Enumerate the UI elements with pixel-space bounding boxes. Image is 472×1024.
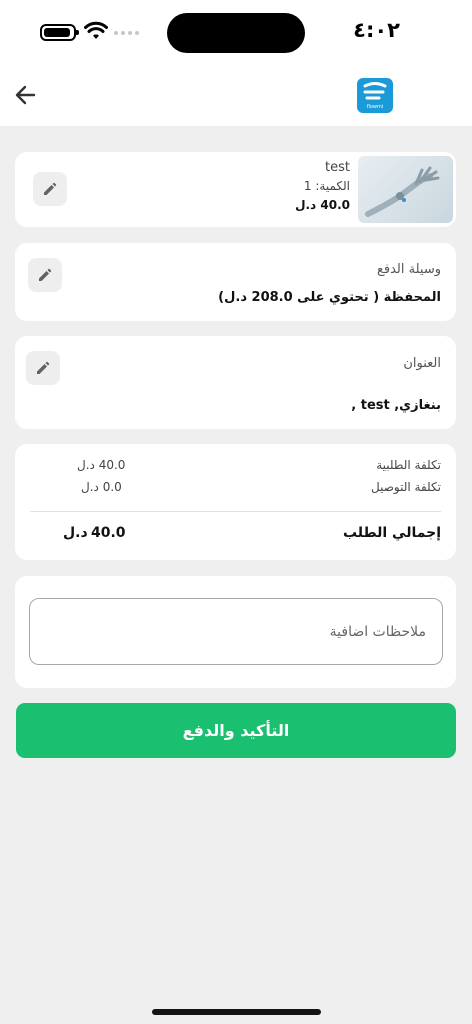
edit-payment-button[interactable] xyxy=(28,258,62,292)
product-quantity: الكمية: 1 xyxy=(303,179,350,193)
product-price: 40.0 د.ل xyxy=(295,198,350,212)
cellular-signal-icon xyxy=(114,31,139,35)
app-logo: flowmi xyxy=(357,78,393,113)
back-arrow-icon[interactable] xyxy=(12,81,40,109)
pencil-icon xyxy=(39,268,52,281)
summary-divider xyxy=(30,511,441,512)
app-bar: flowmi xyxy=(0,64,472,126)
robot-hand-image xyxy=(365,166,440,217)
address-value: بنغازي, test , xyxy=(351,398,441,413)
product-image xyxy=(358,156,453,223)
pencil-icon xyxy=(37,361,50,374)
edit-product-button[interactable] xyxy=(33,172,67,206)
battery-icon xyxy=(40,24,79,41)
dynamic-island xyxy=(167,13,305,53)
home-indicator xyxy=(152,1009,321,1015)
delivery-cost-label: تكلفة التوصيل xyxy=(371,480,441,494)
total-label: إجمالي الطلب xyxy=(342,525,441,541)
payment-method-card: وسيلة الدفع المحفظة ( تحتوي على 208.0 د.… xyxy=(15,243,456,321)
total-currency: د.ل xyxy=(63,525,88,541)
payment-method-value: المحفظة ( تحتوي على 208.0 د.ل) xyxy=(218,290,441,305)
total-amount: 40.0 xyxy=(91,525,126,541)
status-time: ٤:٠٢ xyxy=(353,18,400,42)
order-cost-value: 40.0 د.ل xyxy=(77,458,126,472)
order-summary-card: تكلفة الطلبية 40.0 د.ل تكلفة التوصيل 0.0… xyxy=(15,444,456,560)
notes-input[interactable] xyxy=(29,598,443,665)
payment-method-label: وسيلة الدفع xyxy=(376,262,441,277)
logo-mark-icon xyxy=(363,82,387,100)
delivery-cost-value: 0.0 د.ل xyxy=(81,480,122,494)
confirm-and-pay-button[interactable]: التأكيد والدفع xyxy=(16,703,456,758)
pencil-icon xyxy=(44,182,57,195)
logo-text: flowmi xyxy=(366,104,384,110)
notes-card xyxy=(15,576,456,688)
wifi-icon xyxy=(84,21,108,39)
address-label: العنوان xyxy=(403,356,441,371)
edit-address-button[interactable] xyxy=(26,351,60,385)
address-card: العنوان بنغازي, test , xyxy=(15,336,456,429)
order-cost-label: تكلفة الطلبية xyxy=(376,458,441,472)
product-card: test الكمية: 1 40.0 د.ل xyxy=(15,152,456,227)
product-name: test xyxy=(325,160,350,175)
status-bar: ٤:٠٢ xyxy=(0,0,472,64)
